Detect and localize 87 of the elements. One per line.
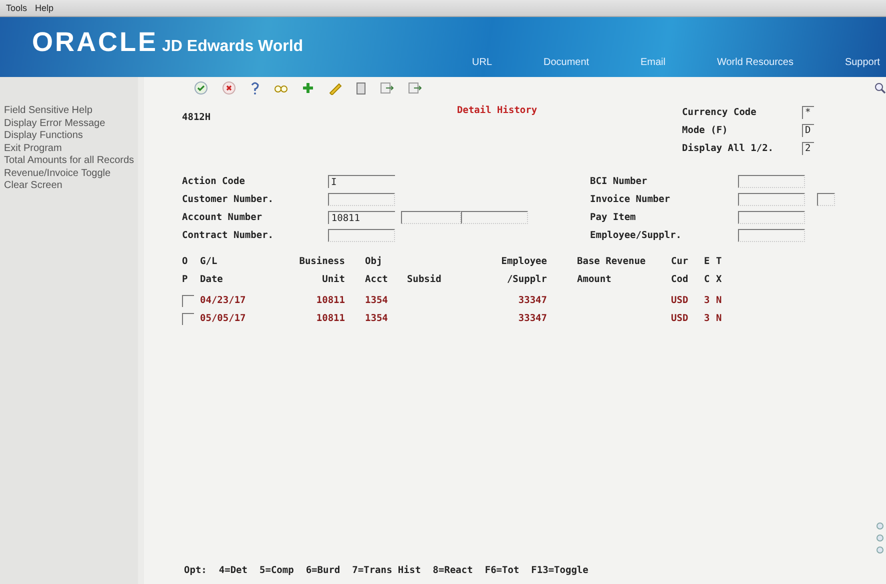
field-label: Account Number: [182, 212, 264, 223]
export-icon[interactable]: [408, 82, 422, 94]
pencil-icon[interactable]: [328, 81, 342, 95]
column-header: Subsid: [407, 273, 442, 287]
sidebar-item[interactable]: Clear Screen: [0, 180, 138, 192]
option-label: Opt:: [184, 565, 207, 576]
input-field[interactable]: [328, 229, 395, 242]
input-field[interactable]: [461, 211, 528, 224]
export-icon[interactable]: [380, 82, 394, 94]
table-cell-text: 33347: [517, 313, 547, 324]
input-field[interactable]: I: [328, 175, 395, 188]
column-header: G/L Date: [200, 255, 224, 287]
add-icon[interactable]: [302, 82, 314, 94]
function-key-option: 4=Det: [218, 565, 248, 576]
table-cell-text: 10811: [315, 295, 345, 306]
circle-icon[interactable]: [876, 546, 884, 554]
menu-item[interactable]: Tools: [6, 3, 28, 13]
cancel-icon[interactable]: [222, 81, 236, 95]
input-field[interactable]: 2: [802, 142, 814, 154]
table-cell-text: 3: [704, 313, 711, 324]
field-label: Action Code: [182, 176, 246, 187]
table-cell-text: USD: [671, 313, 690, 324]
sidebar-item[interactable]: Display Error Message: [0, 118, 138, 130]
table-cell-text: 33347: [517, 295, 547, 306]
column-header: T X: [716, 255, 723, 287]
check-icon[interactable]: [194, 81, 208, 95]
input-field[interactable]: [328, 193, 395, 206]
sidebar-item[interactable]: Display Functions: [0, 130, 138, 142]
input-field[interactable]: [401, 211, 461, 224]
menu-item[interactable]: Help: [35, 3, 54, 13]
column-header: Base Revenue Amount: [576, 255, 647, 287]
input-field[interactable]: [182, 312, 194, 324]
input-field[interactable]: [817, 193, 835, 206]
table-cell-text: 3: [704, 295, 711, 306]
sidebar-item[interactable]: Revenue/Invoice Toggle: [0, 168, 138, 180]
sidebar-item[interactable]: Total Amounts for all Records: [0, 155, 138, 168]
input-field[interactable]: 10811: [328, 211, 395, 224]
oracle-logo: ORACLE: [32, 27, 158, 58]
function-key-option: 7=Trans Hist: [352, 565, 421, 576]
function-key-option: F13=Toggle: [531, 565, 588, 576]
field-label: Employee/Supplr.: [590, 230, 683, 241]
table-cell-text: 1354: [364, 295, 389, 306]
column-header: O P: [182, 255, 189, 287]
table-cell-text: 10811: [315, 313, 345, 324]
table-cell-text: USD: [671, 295, 690, 306]
field-label: BCI Number: [590, 176, 648, 187]
circle-icon[interactable]: [876, 522, 884, 530]
help-icon[interactable]: [250, 81, 260, 95]
banner-link[interactable]: Document: [543, 57, 590, 68]
input-field[interactable]: [738, 193, 805, 206]
function-key-option: 5=Comp: [260, 565, 294, 576]
input-field[interactable]: [738, 211, 805, 224]
banner-link[interactable]: URL: [472, 57, 492, 68]
field-label: Currency Code: [682, 106, 758, 118]
column-header: E C: [704, 255, 711, 287]
field-label: Invoice Number: [590, 194, 672, 205]
table-cell-text: 04/23/17: [200, 295, 247, 306]
column-header: Employee /Supplr: [500, 255, 547, 287]
table-cell-text: N: [716, 295, 723, 306]
input-field[interactable]: [182, 294, 194, 306]
table-cell-text: 05/05/17: [200, 313, 247, 324]
field-label: Mode (F): [682, 124, 729, 136]
function-key-option: F6=Tot: [484, 565, 520, 576]
circle-icon[interactable]: [876, 534, 884, 542]
function-key-option: 6=Burd: [306, 565, 340, 576]
product-name: JD Edwards World: [162, 38, 304, 56]
program-id: 4812H: [182, 112, 211, 123]
field-label: Customer Number.: [182, 194, 275, 205]
table-cell-text: N: [716, 313, 723, 324]
table-cell-text: 1354: [364, 313, 389, 324]
search-icon[interactable]: [874, 82, 886, 94]
input-field[interactable]: *: [802, 106, 814, 118]
sidebar-item[interactable]: Exit Program: [0, 142, 138, 155]
input-field[interactable]: [738, 229, 805, 242]
form-title: Detail History: [457, 105, 538, 118]
input-field[interactable]: [738, 175, 805, 188]
column-header: Business Unit: [298, 255, 345, 287]
function-key-option: 8=React: [432, 565, 473, 576]
sidebar-item[interactable]: Field Sensitive Help: [0, 105, 138, 118]
column-header: Obj Acct: [364, 255, 389, 287]
banner-link[interactable]: World Resources: [716, 57, 794, 68]
field-label: Pay Item: [590, 212, 637, 223]
column-header: Cur Cod: [671, 255, 690, 287]
banner-link[interactable]: Support: [844, 57, 880, 68]
field-label: Display All 1/2.: [682, 142, 775, 154]
input-field[interactable]: D: [802, 124, 814, 136]
field-label: Contract Number.: [182, 230, 275, 241]
